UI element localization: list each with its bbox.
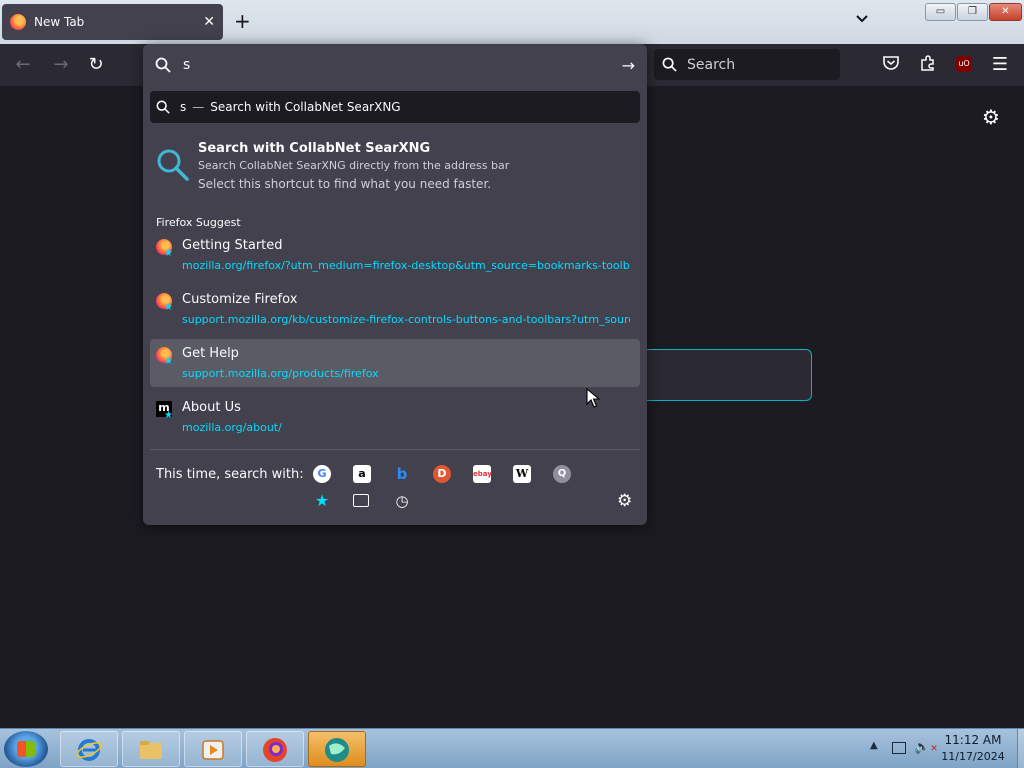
bookmark-star-icon: ★ [164, 356, 173, 367]
amazon-engine-icon[interactable]: a [353, 465, 371, 483]
one-off-divider [150, 449, 640, 450]
urlbar-panel: s → s — Search with CollabNet SearXNG Se… [143, 44, 647, 525]
folder-icon [140, 741, 162, 759]
taskbar-firefox[interactable] [246, 731, 304, 767]
heuristic-action: Search with CollabNet SearXNG [210, 100, 401, 114]
page-search-box[interactable] [640, 349, 812, 401]
ebay-engine-icon[interactable]: ebay [473, 465, 492, 483]
go-arrow-button[interactable]: → [622, 56, 635, 75]
app-menu-button[interactable]: ☰ [989, 54, 1011, 76]
heuristic-query: s [180, 100, 187, 114]
tab-strip: New Tab ✕ + ▭ ❐ ✕ [0, 0, 1024, 44]
app-globe-icon [325, 738, 349, 762]
search-settings-gear-icon[interactable]: ⚙ [617, 491, 632, 511]
google-engine-icon[interactable]: G [313, 465, 331, 483]
maximize-button[interactable]: ❐ [957, 3, 988, 21]
ublock-origin-button[interactable]: uO [956, 56, 972, 72]
search-bar-placeholder: Search [687, 56, 736, 73]
reload-button[interactable]: ↻ [85, 54, 107, 76]
search-icon [156, 100, 170, 114]
result-url: mozilla.org/about/ [182, 421, 282, 434]
tip-title: Search with CollabNet SearXNG [198, 141, 431, 156]
media-player-icon [202, 740, 224, 760]
minimize-button[interactable]: ▭ [925, 3, 956, 21]
extensions-button[interactable] [917, 54, 939, 76]
tabs-icon[interactable] [353, 494, 369, 507]
heuristic-separator: — [192, 100, 205, 114]
result-title: About Us [182, 400, 241, 415]
extensions-icon [921, 55, 934, 71]
start-button[interactable] [4, 731, 48, 767]
suggest-row-customize-firefox[interactable]: ★ Customize Firefox support.mozilla.org/… [150, 285, 640, 333]
result-title: Customize Firefox [182, 292, 298, 307]
show-hidden-icons-button[interactable]: ▲ [870, 740, 878, 751]
suggest-row-get-help[interactable]: ★ Get Help support.mozilla.org/products/… [150, 339, 640, 387]
forward-button[interactable]: → [50, 54, 72, 76]
taskbar-media-player[interactable] [184, 731, 242, 767]
suggest-row-about-us[interactable]: m ★ About Us mozilla.org/about/ [150, 393, 640, 441]
network-icon[interactable] [892, 742, 906, 754]
clock-date[interactable]: 11/17/2024 [930, 750, 1016, 763]
taskbar-file-explorer[interactable] [122, 731, 180, 767]
windows-logo-icon [17, 741, 35, 757]
new-tab-button[interactable]: + [234, 9, 251, 33]
heuristic-search-result[interactable]: s — Search with CollabNet SearXNG [150, 91, 640, 123]
bookmark-star-icon: ★ [164, 410, 173, 421]
urlbar-input[interactable]: s → [143, 44, 647, 86]
search-icon [155, 57, 171, 73]
searxng-engine-icon[interactable]: Q [553, 465, 571, 483]
search-icon [662, 57, 677, 72]
show-desktop-button[interactable] [1017, 729, 1024, 768]
result-url: support.mozilla.org/products/firefox [182, 367, 379, 380]
bookmarks-star-icon[interactable]: ★ [313, 492, 331, 510]
history-clock-icon[interactable]: ◷ [393, 492, 411, 510]
bookmark-star-icon: ★ [164, 302, 173, 313]
taskbar-active-app[interactable] [308, 731, 366, 767]
pocket-button[interactable] [880, 54, 902, 76]
firefox-icon [10, 14, 26, 30]
back-button[interactable]: ← [12, 54, 34, 76]
pocket-icon [883, 56, 899, 70]
list-all-tabs-button[interactable] [855, 12, 869, 28]
result-title: Getting Started [182, 238, 283, 253]
taskbar-internet-explorer[interactable] [60, 731, 118, 767]
tab-close-icon[interactable]: ✕ [203, 14, 215, 30]
chevron-down-icon [856, 15, 868, 23]
clock-time[interactable]: 11:12 AM [930, 733, 1016, 747]
suggest-row-getting-started[interactable]: ★ Getting Started mozilla.org/firefox/?u… [150, 231, 640, 279]
search-bar[interactable]: Search [654, 49, 840, 80]
firefox-icon [263, 738, 287, 762]
tab-title: New Tab [34, 15, 85, 29]
bing-engine-icon[interactable]: b [393, 465, 411, 483]
result-url: support.mozilla.org/kb/customize-firefox… [182, 313, 630, 326]
tip-subtitle: Search CollabNet SearXNG directly from t… [198, 159, 510, 172]
search-shortcut-tip[interactable]: Search with CollabNet SearXNG Search Col… [153, 139, 633, 195]
bookmark-star-icon: ★ [164, 248, 173, 259]
result-url: mozilla.org/firefox/?utm_medium=firefox-… [182, 259, 630, 272]
searxng-search-icon [157, 149, 189, 181]
duckduckgo-engine-icon[interactable]: D [433, 465, 451, 483]
close-window-button[interactable]: ✕ [989, 3, 1022, 21]
mouse-cursor-icon [586, 388, 600, 408]
tab-new-tab[interactable]: New Tab ✕ [2, 4, 223, 40]
page-settings-gear-icon[interactable]: ⚙ [982, 105, 1000, 129]
tip-description: Select this shortcut to find what you ne… [198, 177, 492, 191]
result-title: Get Help [182, 346, 239, 361]
urlbar-query: s [183, 57, 191, 73]
firefox-suggest-label: Firefox Suggest [156, 216, 241, 229]
one-off-label: This time, search with: [156, 467, 304, 482]
wikipedia-engine-icon[interactable]: W [513, 465, 531, 483]
internet-explorer-icon [76, 739, 102, 761]
